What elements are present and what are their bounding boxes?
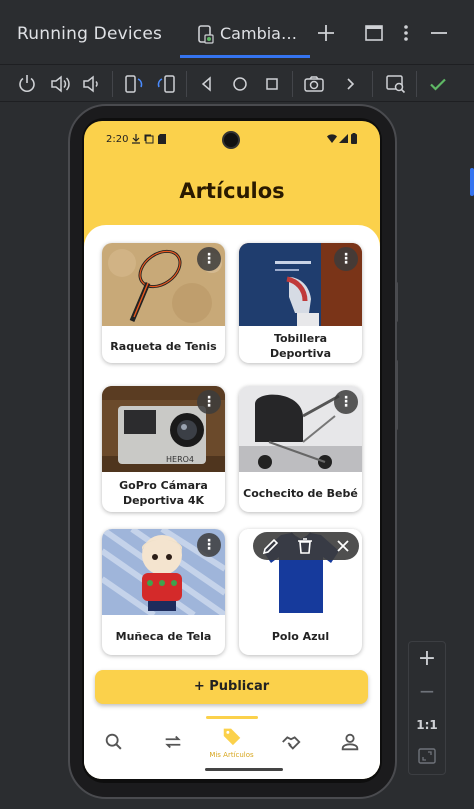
more-chevron-icon[interactable] xyxy=(338,72,362,96)
person-icon xyxy=(341,733,359,751)
more-options-icon[interactable]: ⋮ xyxy=(334,390,358,414)
article-title: GoPro Cámara Deportiva 4K xyxy=(119,479,208,507)
rotate-left-icon[interactable] xyxy=(122,72,146,96)
article-card[interactable]: ⋮ Raqueta de Tenis xyxy=(102,243,225,363)
article-card[interactable]: ⋮ Muñeca de Tela xyxy=(102,529,225,655)
right-edge-handle[interactable] xyxy=(470,168,474,196)
download-icon xyxy=(132,134,140,144)
kebab-icon[interactable] xyxy=(394,21,418,45)
restore-window-icon[interactable] xyxy=(362,21,386,45)
svg-text:HERO4: HERO4 xyxy=(166,455,194,464)
more-options-icon[interactable]: ⋮ xyxy=(197,247,221,271)
panel-title: Running Devices xyxy=(17,24,163,44)
power-icon[interactable] xyxy=(15,72,39,96)
search-icon xyxy=(105,733,122,750)
article-title: Cochecito de Bebé xyxy=(243,486,358,500)
active-tab-underline xyxy=(180,55,310,58)
status-time: 2:20 xyxy=(106,134,129,145)
more-options-icon[interactable]: ⋮ xyxy=(197,533,221,557)
gesture-bar[interactable] xyxy=(205,768,283,771)
status-bar: 2:20 xyxy=(84,121,380,157)
nav-item-exchange[interactable] xyxy=(143,713,202,779)
delete-icon[interactable] xyxy=(293,534,317,558)
tag-icon xyxy=(223,728,241,746)
screenshot-icon[interactable] xyxy=(302,72,326,96)
toolbar-divider xyxy=(186,71,187,97)
toolbar-divider xyxy=(112,71,113,97)
article-card[interactable]: ⋮ Tobillera Deportiva xyxy=(239,243,362,363)
zoom-controls: + − 1:1 xyxy=(408,641,446,775)
publish-button[interactable]: + Publicar xyxy=(95,670,368,704)
article-card[interactable]: HERO4 ⋮ GoPro Cámara Deportiva 4K xyxy=(102,386,225,512)
device-tab-icon xyxy=(198,25,214,44)
back-icon[interactable] xyxy=(195,72,219,96)
volume-side-button xyxy=(395,360,398,430)
device-tab-label: Cambia… xyxy=(220,24,297,43)
zoom-actual-size-button[interactable]: 1:1 xyxy=(409,712,445,738)
front-camera xyxy=(222,131,240,149)
volume-down-icon[interactable] xyxy=(79,72,103,96)
minimize-icon[interactable] xyxy=(427,21,451,45)
active-indicator xyxy=(206,716,258,719)
more-options-icon[interactable]: ⋮ xyxy=(197,390,221,414)
article-title: Muñeca de Tela xyxy=(115,629,212,643)
wifi-icon xyxy=(327,134,337,143)
power-side-button xyxy=(395,282,398,322)
toolbar-divider xyxy=(372,71,373,97)
more-options-icon[interactable]: ⋮ xyxy=(334,247,358,271)
toolbar-divider xyxy=(416,71,417,97)
rotate-right-icon[interactable] xyxy=(154,72,178,96)
handshake-icon xyxy=(282,736,301,750)
device-tab[interactable]: Cambia… xyxy=(180,14,310,58)
ide-window: Running Devices Cambia… 2:20 Artículos ⋮… xyxy=(0,0,474,809)
signal-icon xyxy=(339,134,348,143)
plus-icon[interactable] xyxy=(314,21,338,45)
zoom-out-button[interactable]: − xyxy=(409,676,445,706)
item-action-bar xyxy=(253,532,359,560)
running-devices-header: Running Devices Cambia… xyxy=(0,0,474,64)
copy-icon xyxy=(144,134,154,144)
layout-inspector-icon[interactable] xyxy=(384,72,408,96)
nav-item-profile[interactable] xyxy=(320,713,379,779)
edit-icon[interactable] xyxy=(259,534,283,558)
nav-item-search[interactable] xyxy=(84,713,143,779)
page-title: Artículos xyxy=(179,179,285,203)
battery-icon xyxy=(351,133,357,144)
swap-arrows-icon xyxy=(165,735,181,749)
nav-label-my-articles: Mis Artículos xyxy=(209,751,254,759)
check-icon[interactable] xyxy=(426,72,450,96)
article-title: Raqueta de Tenis xyxy=(110,339,217,353)
article-title: Tobillera Deportiva xyxy=(269,332,332,360)
article-title: Polo Azul xyxy=(271,629,330,643)
fit-screen-icon[interactable] xyxy=(417,746,437,766)
toolbar-divider xyxy=(292,71,293,97)
close-icon[interactable] xyxy=(331,534,355,558)
overview-icon[interactable] xyxy=(260,72,284,96)
volume-up-icon[interactable] xyxy=(48,72,72,96)
article-card[interactable]: Polo Azul xyxy=(239,529,362,655)
device-toolbar xyxy=(0,64,474,102)
sd-card-icon xyxy=(158,134,166,144)
articles-grid-container: ⋮ Raqueta de Tenis ⋮ Tobillera Deportiva… xyxy=(84,225,380,779)
article-card[interactable]: ⋮ Cochecito de Bebé xyxy=(239,386,362,512)
phone-screen[interactable]: 2:20 Artículos ⋮ Raqueta de Tenis ⋮ Tobi… xyxy=(84,121,380,779)
zoom-in-button[interactable]: + xyxy=(409,644,445,674)
home-icon[interactable] xyxy=(228,72,252,96)
